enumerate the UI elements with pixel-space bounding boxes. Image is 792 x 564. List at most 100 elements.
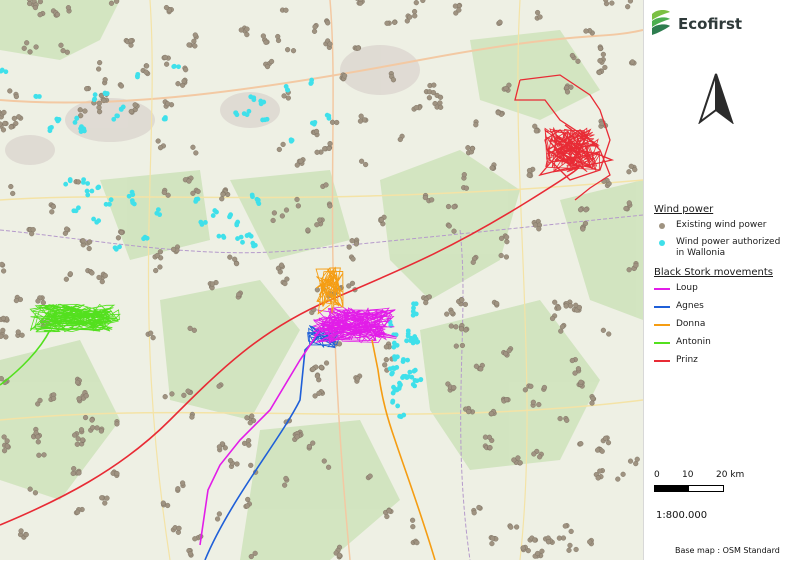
existing-wind-turbine	[626, 200, 632, 206]
existing-wind-turbine	[313, 128, 320, 135]
authorized-wind-turbine	[390, 399, 395, 405]
authorized-wind-turbine	[410, 382, 416, 387]
existing-wind-turbine	[19, 332, 25, 338]
existing-wind-turbine	[305, 227, 311, 233]
existing-wind-turbine	[572, 370, 578, 376]
authorized-wind-turbine	[404, 375, 410, 380]
legend-label: Loup	[676, 283, 698, 293]
existing-wind-turbine	[71, 432, 78, 438]
existing-wind-turbine	[316, 390, 322, 396]
existing-wind-turbine	[195, 188, 201, 195]
authorized-wind-turbine	[248, 233, 254, 239]
existing-wind-turbine	[580, 226, 586, 232]
existing-wind-turbine	[0, 327, 6, 333]
existing-wind-turbine	[526, 172, 532, 178]
existing-wind-turbine	[508, 524, 514, 530]
existing-wind-turbine	[11, 115, 17, 122]
existing-wind-turbine	[564, 89, 571, 95]
existing-wind-turbine	[8, 183, 14, 190]
existing-wind-turbine	[1, 268, 7, 274]
agnes-line-icon	[654, 305, 670, 308]
existing-wind-turbine	[444, 311, 450, 317]
existing-wind-turbine	[590, 395, 596, 402]
existing-wind-turbine	[249, 413, 255, 419]
authorized-wind-turbine	[251, 243, 256, 249]
existing-wind-turbine	[391, 19, 398, 25]
existing-wind-turbine	[597, 45, 604, 52]
existing-wind-turbine	[410, 517, 416, 523]
existing-wind-turbine	[597, 58, 603, 64]
existing-wind-turbine	[248, 553, 254, 560]
existing-wind-turbine	[260, 33, 266, 39]
authorized-wind-turbine	[74, 115, 80, 121]
existing-wind-turbine	[186, 42, 192, 48]
authorized-wind-turbine	[256, 201, 262, 207]
authorized-wind-turbine	[130, 192, 136, 198]
legend-item-antonin: Antonin	[654, 337, 786, 348]
existing-wind-turbine	[322, 146, 328, 152]
existing-wind-turbine	[49, 209, 55, 215]
existing-wind-turbine	[558, 328, 564, 334]
existing-wind-turbine	[191, 38, 197, 44]
existing-wind-turbine	[143, 69, 149, 75]
existing-wind-turbine	[556, 305, 562, 311]
existing-wind-turbine	[314, 149, 320, 155]
existing-wind-turbine	[318, 364, 325, 371]
existing-wind-turbine	[2, 120, 8, 127]
existing-wind-turbine	[294, 162, 300, 168]
existing-wind-turbine	[148, 330, 154, 336]
existing-wind-turbine	[37, 397, 43, 404]
existing-wind-turbine	[23, 532, 29, 538]
existing-wind-turbine	[327, 141, 333, 147]
existing-wind-turbine	[568, 84, 574, 90]
legend-label: Antonin	[676, 337, 711, 347]
existing-wind-turbine	[317, 217, 323, 223]
existing-wind-turbine	[463, 185, 470, 191]
map-canvas[interactable]	[0, 0, 644, 561]
existing-wind-turbine	[157, 145, 164, 151]
existing-wind-turbine	[620, 471, 626, 477]
authorized-wind-turbine	[408, 338, 414, 344]
existing-wind-turbine	[21, 45, 27, 51]
existing-wind-turbine	[37, 0, 43, 5]
authorized-wind-turbine	[193, 199, 199, 204]
existing-wind-turbine	[175, 486, 181, 492]
existing-wind-turbine	[33, 44, 39, 50]
existing-wind-turbine	[461, 172, 467, 178]
existing-wind-turbine	[219, 196, 225, 202]
existing-wind-turbine	[193, 150, 199, 156]
existing-wind-turbine	[514, 524, 520, 530]
existing-wind-turbine	[578, 441, 584, 447]
existing-wind-turbine	[431, 82, 437, 88]
existing-wind-turbine	[155, 138, 161, 144]
existing-wind-turbine	[596, 69, 602, 76]
existing-wind-turbine	[41, 452, 47, 458]
existing-wind-turbine	[325, 20, 331, 26]
existing-wind-turbine	[227, 457, 234, 464]
existing-wind-turbine	[3, 334, 9, 340]
existing-wind-turbine	[346, 244, 352, 250]
stork-heading: Black Stork movements	[654, 267, 773, 278]
existing-wind-turbine	[157, 264, 163, 270]
existing-wind-turbine	[556, 535, 562, 541]
existing-wind-turbine	[4, 443, 10, 449]
authorized-wind-turbine	[418, 377, 424, 383]
existing-wind-turbine	[64, 226, 70, 232]
authorized-wind-turbine	[396, 386, 402, 391]
existing-wind-turbine	[65, 5, 72, 11]
authorized-wind-turbine	[409, 374, 415, 380]
existing-wind-turbine	[625, 4, 631, 10]
existing-wind-turbine	[78, 427, 85, 433]
existing-wind-turbine	[390, 77, 397, 83]
existing-wind-turbine	[181, 78, 187, 84]
existing-wind-turbine	[595, 475, 601, 481]
scale-ratio: 1:800.000	[656, 510, 708, 521]
existing-wind-turbine	[489, 541, 495, 547]
existing-wind-turbine	[606, 331, 612, 337]
existing-wind-turbine	[312, 24, 318, 30]
existing-wind-turbine	[587, 539, 593, 545]
existing-wind-turbine	[216, 444, 222, 450]
existing-wind-turbine	[8, 124, 14, 130]
existing-wind-turbine	[227, 254, 233, 260]
authorized-wind-turbine	[234, 221, 240, 227]
